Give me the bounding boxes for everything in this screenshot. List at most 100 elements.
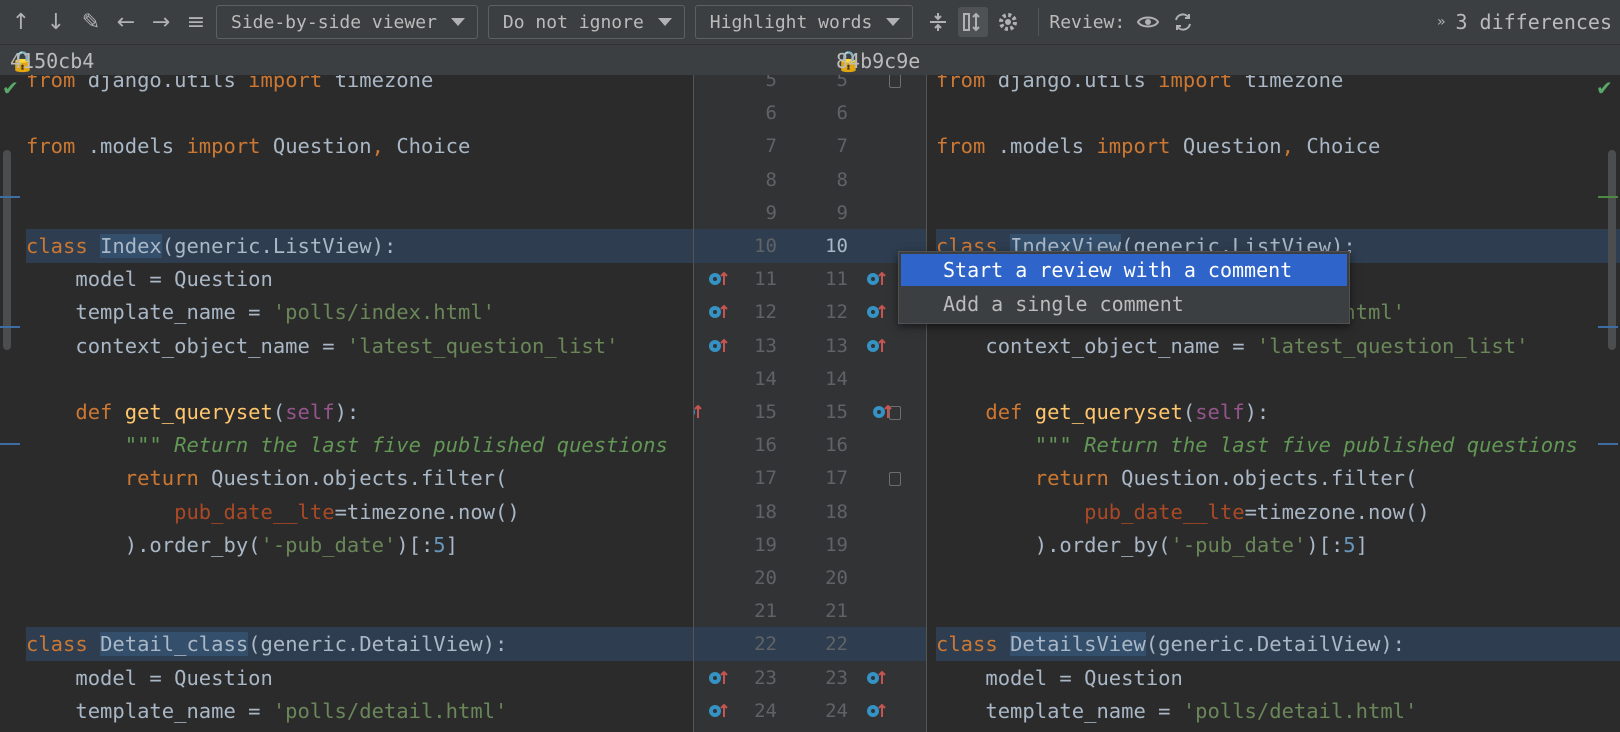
refresh-icon[interactable] xyxy=(1168,7,1198,37)
left-line-number: 6 xyxy=(765,102,777,125)
left-line-number: 10 xyxy=(754,235,777,257)
right-line-number: 13 xyxy=(825,334,848,357)
left-revision: 4150cb4 xyxy=(10,49,95,73)
file-list-icon[interactable]: ≡ xyxy=(181,7,211,37)
code-token: Choice xyxy=(1306,134,1381,159)
check-icon: ✔ xyxy=(1596,76,1613,100)
add-comment-icon[interactable] xyxy=(707,300,731,324)
code-line: model = Question xyxy=(926,661,1620,695)
gutter-divider-right xyxy=(926,75,927,732)
add-comment-icon[interactable] xyxy=(865,334,889,358)
code-token: class xyxy=(26,234,101,258)
highlight-select[interactable]: Highlight words xyxy=(694,5,914,39)
right-scrollbar[interactable] xyxy=(1608,150,1616,350)
code-line: """ Return the last five published quest… xyxy=(926,428,1620,462)
change-marker xyxy=(1598,443,1618,445)
code-token: '-pub_date' xyxy=(260,532,397,557)
code-token: 'latest_question_list' xyxy=(1256,333,1529,358)
left-editor[interactable]: from django.utils import timezone from .m… xyxy=(0,75,693,732)
code-token: ( xyxy=(1182,400,1196,424)
code-token: ).order_by( xyxy=(26,532,261,557)
left-line-number: 5 xyxy=(765,75,777,91)
right-line-number: 21 xyxy=(825,600,848,623)
change-marker xyxy=(0,443,20,445)
previous-difference-icon[interactable]: ↑ xyxy=(6,7,36,37)
code-token: Question.objects.filter( xyxy=(1121,466,1418,491)
code-token: pub_date__lte xyxy=(1084,499,1245,524)
code-token: 'latest_question_list' xyxy=(346,333,619,358)
more-chevron-icon[interactable]: » xyxy=(1437,14,1445,30)
chevron-down-icon xyxy=(886,18,901,26)
code-line: pub_date__lte=timezone.now() xyxy=(0,495,693,529)
code-token: 'polls/index.html' xyxy=(272,300,496,325)
add-comment-icon[interactable] xyxy=(871,400,895,424)
right-line-number: 18 xyxy=(825,500,848,523)
right-line-number: 19 xyxy=(825,533,848,556)
code-token: template_name = xyxy=(26,300,273,325)
edit-icon[interactable]: ✎ xyxy=(76,7,106,37)
code-token: Question xyxy=(272,134,372,159)
highlight-value: Highlight words xyxy=(709,11,873,33)
add-comment-icon[interactable] xyxy=(865,699,889,723)
right-line-number: 5 xyxy=(836,75,848,91)
file-titles: 🔒4150cb4 🔒84b9c9e (views.py) xyxy=(0,45,1620,97)
code-line: def get_queryset(self): xyxy=(0,395,693,429)
code-line: return Question.objects.filter( xyxy=(0,461,693,495)
code-token: model = Question xyxy=(936,665,1183,690)
add-comment-icon[interactable] xyxy=(865,267,889,291)
add-comment-icon[interactable] xyxy=(865,300,889,324)
add-comment-icon[interactable] xyxy=(693,400,705,424)
viewer-mode-select[interactable]: Side-by-side viewer xyxy=(216,5,478,39)
add-comment-menu-item[interactable]: Add a single comment xyxy=(899,288,1349,320)
right-line-number: 15 xyxy=(825,401,848,423)
code-token: """ Return the last five published quest… xyxy=(124,433,668,458)
right-editor[interactable]: from django.utils import timezone from .m… xyxy=(926,75,1620,732)
code-token: 'polls/detail.html' xyxy=(1182,698,1418,723)
eye-icon[interactable] xyxy=(1133,7,1163,37)
back-icon[interactable]: ← xyxy=(111,7,141,37)
code-token: .models xyxy=(997,134,1097,159)
add-comment-icon[interactable] xyxy=(707,267,731,291)
code-token: , xyxy=(371,134,397,159)
code-token: from xyxy=(936,75,998,92)
code-token: return xyxy=(124,466,212,491)
right-line-number: 16 xyxy=(825,434,848,457)
left-scrollbar[interactable] xyxy=(3,150,11,350)
start-review-menu-item[interactable]: Start a review with a comment xyxy=(901,254,1347,286)
collapse-unchanged-icon[interactable] xyxy=(923,7,953,37)
code-token: Question xyxy=(1182,134,1282,159)
code-token: , xyxy=(1281,134,1307,159)
code-token: ): xyxy=(1244,400,1270,424)
left-line-number: 16 xyxy=(754,434,777,457)
fold-marker-icon[interactable] xyxy=(889,75,901,88)
code-token: import xyxy=(248,75,335,92)
fold-marker-icon[interactable] xyxy=(889,472,901,487)
sync-scroll-icon[interactable] xyxy=(958,7,989,37)
check-icon: ✔ xyxy=(2,76,19,100)
code-token: def xyxy=(985,400,1035,424)
change-marker xyxy=(0,196,20,198)
settings-gear-icon[interactable] xyxy=(993,7,1023,37)
code-line: pub_date__lte=timezone.now() xyxy=(926,495,1620,529)
add-comment-icon[interactable] xyxy=(865,666,889,690)
code-token: )[: xyxy=(396,532,434,557)
whitespace-select[interactable]: Do not ignore xyxy=(487,5,685,39)
code-line: from django.utils import timezone xyxy=(0,75,693,97)
add-comment-icon[interactable] xyxy=(707,699,731,723)
add-comment-icon[interactable] xyxy=(707,334,731,358)
code-token: def xyxy=(75,400,125,424)
left-line-number: 8 xyxy=(765,168,777,191)
forward-icon[interactable]: → xyxy=(146,7,176,37)
add-comment-icon[interactable] xyxy=(707,666,731,690)
code-line: ).order_by('-pub_date')[:5] xyxy=(0,528,693,562)
left-line-number: 13 xyxy=(754,334,777,357)
next-difference-icon[interactable]: ↓ xyxy=(41,7,71,37)
chevron-down-icon xyxy=(657,18,672,26)
